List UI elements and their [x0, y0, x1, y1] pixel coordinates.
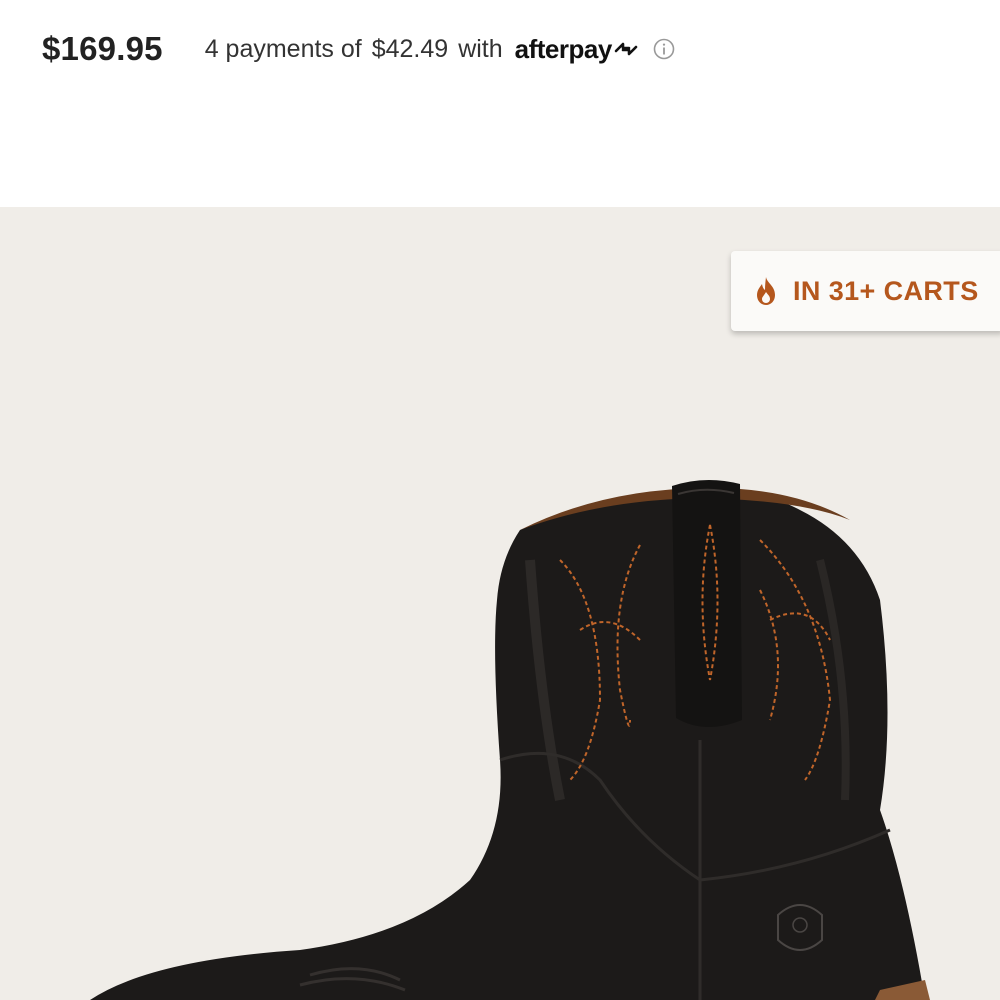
- afterpay-logo: afterpay: [515, 34, 639, 65]
- installments-prefix: 4 payments of: [204, 34, 362, 63]
- price-row: $169.95 4 payments of $42.49 with afterp…: [42, 26, 675, 72]
- afterpay-brand-text: afterpay: [514, 33, 613, 64]
- info-icon[interactable]: [653, 38, 675, 60]
- installments-suffix: with: [458, 34, 503, 63]
- product-price: $169.95: [42, 30, 163, 67]
- in-carts-text: IN 31+ CARTS: [793, 275, 979, 306]
- afterpay-arrows-icon: [614, 42, 638, 56]
- product-page: $169.95 4 payments of $42.49 with afterp…: [0, 0, 1000, 1000]
- in-carts-badge: IN 31+ CARTS: [731, 251, 1000, 331]
- flame-icon: [757, 277, 775, 305]
- installment-amount: $42.49: [371, 34, 449, 63]
- afterpay-installments: 4 payments of $42.49 with afterpay: [205, 34, 675, 65]
